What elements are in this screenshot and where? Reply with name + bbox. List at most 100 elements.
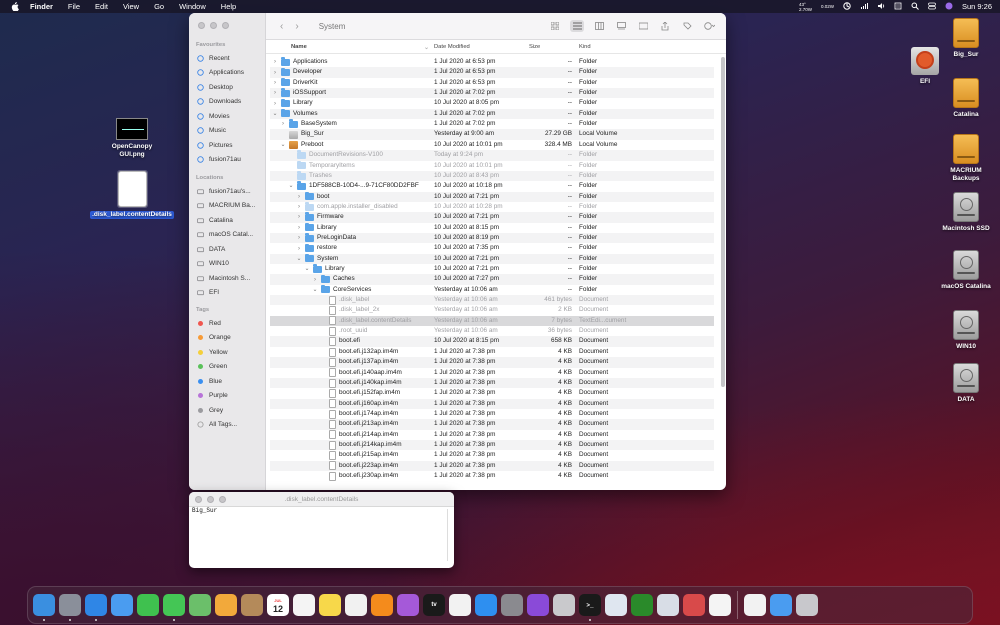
- share-icon[interactable]: [658, 20, 672, 32]
- sidebar-tag-5[interactable]: Purple: [197, 390, 228, 402]
- disclosure-closed-icon[interactable]: ›: [296, 225, 302, 231]
- sidebar-location-5[interactable]: WIN10: [197, 258, 229, 270]
- file-row[interactable]: boot.efi.j152fap.im4m 1 Jul 2020 at 7:38 …: [270, 388, 714, 398]
- file-row[interactable]: ⌄ Preboot 10 Jul 2020 at 10:01 pm 328.4 MB L…: [270, 140, 714, 150]
- back-icon[interactable]: ‹: [280, 21, 295, 32]
- maps-icon[interactable]: [189, 594, 211, 616]
- column-size[interactable]: Size: [529, 44, 540, 50]
- safari-icon[interactable]: [85, 594, 107, 621]
- sidebar-tag-3[interactable]: Green: [197, 361, 227, 373]
- sidebar-item-recent[interactable]: Recent: [197, 52, 230, 64]
- disclosure-closed-icon[interactable]: ›: [296, 214, 302, 220]
- volume-icon[interactable]: [877, 2, 885, 12]
- sidebar-location-3[interactable]: macOS Catal...: [197, 229, 253, 241]
- document-icon[interactable]: [744, 594, 766, 616]
- gallery-view-icon[interactable]: [614, 20, 628, 32]
- file-row[interactable]: › boot 10 Jul 2020 at 7:21 pm -- Folder: [270, 191, 714, 202]
- sync-icon[interactable]: [843, 1, 851, 12]
- file-row[interactable]: › com.apple.installer_disabled 10 Jul 2020…: [270, 202, 714, 212]
- disclosure-closed-icon[interactable]: ›: [272, 80, 278, 86]
- disclosure-closed-icon[interactable]: ›: [296, 235, 302, 241]
- disclosure-open-icon[interactable]: ⌄: [296, 256, 302, 262]
- sidebar-tag-1[interactable]: Orange: [197, 332, 231, 344]
- sidebar-item-desktop[interactable]: Desktop: [197, 81, 233, 93]
- vlc-icon[interactable]: [371, 594, 393, 616]
- file-row[interactable]: TemporaryItems 10 Jul 2020 at 10:01 pm -- F…: [270, 160, 714, 171]
- sidebar-location-4[interactable]: DATA: [197, 243, 225, 255]
- sidebar-item-movies[interactable]: Movies: [197, 110, 230, 122]
- file-row[interactable]: › Firmware 10 Jul 2020 at 7:21 pm -- Folder: [270, 212, 714, 223]
- control-center-icon[interactable]: [928, 2, 936, 12]
- sidebar-location-2[interactable]: Catalina: [197, 214, 233, 226]
- close-button[interactable]: [198, 22, 205, 29]
- sidebar-location-0[interactable]: fusion71au's...: [197, 185, 251, 197]
- column-kind[interactable]: Kind: [579, 44, 591, 50]
- folder-icon[interactable]: [770, 594, 792, 616]
- reminders-icon[interactable]: [293, 594, 315, 616]
- file-row[interactable]: .disk_label.contentDetails Yesterday at 1…: [270, 315, 714, 327]
- file-row[interactable]: › Developer 1 Jul 2020 at 6:53 pm -- Folder: [270, 67, 714, 78]
- sidebar-location-6[interactable]: Macintosh S...: [197, 272, 250, 284]
- file-row[interactable]: DocumentRevisions-V100 Today at 9:24 pm --…: [270, 150, 714, 161]
- zoom-button[interactable]: [222, 22, 229, 29]
- file-row[interactable]: › Applications 1 Jul 2020 at 6:53 pm -- Fold…: [270, 57, 714, 67]
- vertical-scrollbar[interactable]: [721, 57, 725, 387]
- signal-icon[interactable]: [860, 2, 868, 12]
- file-row[interactable]: boot.efi 10 Jul 2020 at 8:15 pm 658 KB Docu…: [270, 336, 714, 347]
- desktop-icon-macintosh-ssd[interactable]: Macintosh SSD: [936, 192, 996, 233]
- disclosure-closed-icon[interactable]: ›: [296, 194, 302, 200]
- file-row[interactable]: .root_uuid Yesterday at 10:06 am 36 bytes D…: [270, 326, 714, 336]
- file-row[interactable]: boot.efi.j213ap.im4m 1 Jul 2020 at 7:38 p…: [270, 419, 714, 430]
- file-row[interactable]: ⌄ Library 10 Jul 2020 at 7:21 pm -- Folder: [270, 264, 714, 274]
- file-row[interactable]: boot.efi.j214ap.im4m 1 Jul 2020 at 7:38 p…: [270, 430, 714, 440]
- file-row[interactable]: › PreLoginData 10 Jul 2020 at 8:19 pm -- Fol…: [270, 232, 714, 244]
- column-view-icon[interactable]: [592, 20, 606, 32]
- textedit-icon[interactable]: [709, 594, 731, 616]
- sidebar-item-fusion71au[interactable]: fusion71au: [197, 154, 241, 166]
- file-row[interactable]: › DriverKit 1 Jul 2020 at 6:53 pm -- Folder: [270, 77, 714, 88]
- disclosure-closed-icon[interactable]: ›: [312, 277, 318, 283]
- disclosure-closed-icon[interactable]: ›: [272, 59, 278, 65]
- desktop-icon-macrium[interactable]: MACRIUM Backups: [936, 134, 996, 183]
- file-row[interactable]: boot.efi.j140aap.im4m 1 Jul 2020 at 7:38 …: [270, 368, 714, 378]
- tools-icon[interactable]: [683, 594, 705, 616]
- sidebar-item-pictures[interactable]: Pictures: [197, 139, 232, 151]
- terminal-icon[interactable]: >_: [579, 594, 601, 621]
- group-by-icon[interactable]: [636, 20, 650, 32]
- file-row[interactable]: ⌄ System 10 Jul 2020 at 7:21 pm -- Folder: [270, 253, 714, 265]
- desktop-icon-data[interactable]: DATA: [936, 363, 996, 404]
- contacts-icon[interactable]: [241, 594, 263, 616]
- minimize-button[interactable]: [210, 22, 217, 29]
- disclosure-open-icon[interactable]: ⌄: [280, 142, 286, 148]
- disclosure-open-icon[interactable]: ⌄: [272, 111, 278, 117]
- feedback-icon[interactable]: [527, 594, 549, 616]
- file-row[interactable]: › iOSSupport 1 Jul 2020 at 7:02 pm -- Folder: [270, 88, 714, 99]
- sidebar-tag-4[interactable]: Blue: [197, 375, 222, 387]
- disclosure-closed-icon[interactable]: ›: [296, 204, 302, 210]
- desktop-icon-macos-catalina[interactable]: macOS Catalina: [936, 250, 996, 291]
- column-name[interactable]: Name: [291, 44, 307, 50]
- action-menu-icon[interactable]: [702, 20, 716, 32]
- siri-icon[interactable]: [945, 2, 953, 12]
- icon-view-icon[interactable]: [548, 20, 562, 32]
- cpu-monitor-icon[interactable]: [631, 594, 653, 616]
- podcasts-icon[interactable]: [397, 594, 419, 616]
- trash-icon[interactable]: [796, 594, 818, 616]
- file-row[interactable]: boot.efi.j214kap.im4m 1 Jul 2020 at 7:38 …: [270, 439, 714, 451]
- disclosure-open-icon[interactable]: ⌄: [288, 183, 294, 189]
- list-view-icon[interactable]: [570, 20, 584, 32]
- tv-icon[interactable]: tv: [423, 594, 445, 616]
- news-icon[interactable]: [449, 594, 471, 616]
- music-icon[interactable]: [345, 594, 367, 616]
- file-row[interactable]: .disk_label Yesterday at 10:06 am 461 byte…: [270, 295, 714, 306]
- messages-icon[interactable]: [163, 594, 185, 621]
- sidebar-item-downloads[interactable]: Downloads: [197, 96, 241, 108]
- zoom-button[interactable]: [219, 496, 226, 503]
- power-status[interactable]: 0.02W: [821, 4, 834, 9]
- calendar-icon[interactable]: JUL 12: [267, 594, 289, 616]
- sidebar-location-1[interactable]: MACRIUM Ba...: [197, 200, 255, 212]
- disclosure-closed-icon[interactable]: ›: [280, 121, 286, 127]
- file-row[interactable]: › restore 10 Jul 2020 at 7:35 pm -- Folder: [270, 243, 714, 253]
- menu-window[interactable]: Window: [179, 2, 206, 11]
- file-row[interactable]: ⌄ CoreServices Yesterday at 10:06 am -- Fold…: [270, 284, 714, 295]
